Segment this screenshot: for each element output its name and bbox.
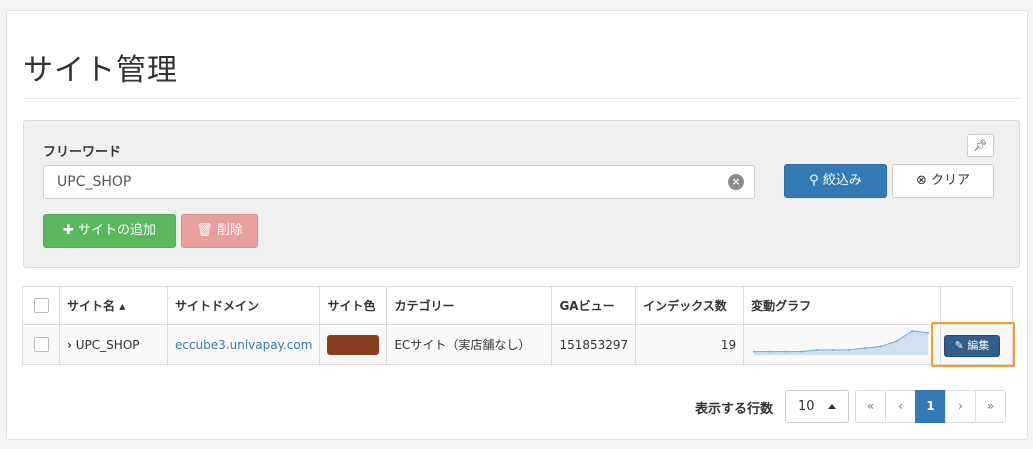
- header-actions: [940, 286, 1013, 325]
- rows-per-page-label: 表示する行数: [695, 402, 774, 417]
- caret-up-icon: [828, 404, 836, 409]
- sparkline-point: [768, 350, 771, 353]
- edit-button-label: 編集: [967, 339, 990, 352]
- chevron-right-icon[interactable]: ›: [67, 338, 72, 352]
- site-color-swatch: [327, 334, 380, 355]
- trash-icon: 🗑︎: [196, 223, 213, 238]
- site-domain-cell: eccube3.univapay.com: [166, 324, 321, 365]
- search-panel: フリーワード 📌︎ UPC_SHOP × ⚲ 絞込み ⊗ クリア ✚ サイトの追…: [23, 120, 1020, 268]
- freeword-input[interactable]: UPC_SHOP: [43, 165, 755, 199]
- page-last-button[interactable]: »: [975, 390, 1006, 423]
- table-header-row: サイト名 ▴ サイトドメイン サイト色 カテゴリー GAビュー インデックス数 …: [22, 286, 1013, 325]
- header-site-color[interactable]: サイト色: [319, 286, 388, 325]
- clear-input-icon[interactable]: ×: [728, 174, 744, 190]
- remove-circle-icon: ⊗: [915, 173, 927, 188]
- sort-asc-icon: ▴: [119, 299, 126, 313]
- page-title: サイト管理: [23, 53, 178, 88]
- rows-per-page-select[interactable]: 10: [785, 390, 849, 423]
- page-prev-button[interactable]: ‹: [885, 390, 916, 423]
- header-site-domain[interactable]: サイトドメイン: [166, 286, 321, 325]
- select-all-cell: [22, 286, 60, 325]
- site-name: UPC_SHOP: [75, 337, 140, 352]
- header-trend-graph[interactable]: 変動グラフ: [743, 286, 942, 325]
- trend-graph-cell: [743, 324, 942, 365]
- sparkline-point: [832, 348, 835, 351]
- search-icon: ⚲: [809, 173, 819, 188]
- page-current-button[interactable]: 1: [915, 390, 946, 423]
- header-category[interactable]: カテゴリー: [386, 286, 553, 325]
- row-checkbox[interactable]: [33, 337, 49, 352]
- page-next-button[interactable]: ›: [945, 390, 976, 423]
- sparkline-point: [753, 350, 756, 353]
- pin-button[interactable]: 📌︎: [967, 134, 994, 157]
- sparkline-point: [848, 348, 851, 351]
- row-select-cell: [22, 324, 60, 365]
- delete-button[interactable]: 🗑︎ 削除: [181, 214, 258, 248]
- pagination: « ‹ 1 › »: [855, 390, 1006, 423]
- clear-button-label: クリア: [931, 173, 971, 188]
- add-site-label: サイトの追加: [78, 223, 157, 238]
- header-ga-view[interactable]: GAビュー: [551, 286, 637, 325]
- sparkline-point: [816, 348, 819, 351]
- page-first-button[interactable]: «: [855, 390, 886, 423]
- pushpin-icon: 📌︎: [973, 139, 988, 152]
- filter-button[interactable]: ⚲ 絞込み: [784, 164, 887, 198]
- sparkline-point: [863, 347, 866, 350]
- sparkline-point: [879, 345, 882, 348]
- ga-view-cell: 151853297: [551, 324, 637, 365]
- clear-button[interactable]: ⊗ クリア: [892, 164, 994, 198]
- sparkline-point: [800, 350, 803, 353]
- sparkline-point: [911, 330, 914, 332]
- sparkline-point: [784, 350, 787, 353]
- freeword-label: フリーワード: [43, 145, 122, 160]
- title-divider: [23, 98, 1019, 99]
- pencil-icon: ✎: [954, 339, 964, 352]
- index-count-cell: 19: [635, 324, 745, 365]
- trend-sparkline: [753, 330, 930, 355]
- header-index-count[interactable]: インデックス数: [635, 286, 745, 325]
- select-all-checkbox[interactable]: [33, 298, 49, 313]
- main-panel: サイト管理 フリーワード 📌︎ UPC_SHOP × ⚲ 絞込み ⊗ クリア ✚…: [6, 10, 1028, 440]
- delete-button-label: 削除: [216, 223, 243, 238]
- add-site-button[interactable]: ✚ サイトの追加: [43, 214, 176, 248]
- table-row: › UPC_SHOP eccube3.univapay.com ECサイト（実店…: [22, 324, 1013, 365]
- sites-table: サイト名 ▴ サイトドメイン サイト色 カテゴリー GAビュー インデックス数 …: [22, 286, 1013, 365]
- sparkline-point: [927, 331, 930, 334]
- rows-per-page-value: 10: [798, 399, 815, 414]
- edit-button[interactable]: ✎ 編集: [944, 335, 1000, 357]
- site-name-cell[interactable]: › UPC_SHOP: [59, 324, 168, 365]
- header-site-name[interactable]: サイト名 ▴: [59, 286, 168, 325]
- sparkline-point: [895, 340, 898, 343]
- category-cell: ECサイト（実店舗なし）: [386, 324, 553, 365]
- site-color-cell: [319, 324, 388, 365]
- edit-highlight: ✎ 編集: [931, 322, 1015, 367]
- plus-icon: ✚: [62, 223, 74, 238]
- filter-button-label: 絞込み: [822, 173, 862, 188]
- site-domain-link[interactable]: eccube3.univapay.com: [175, 338, 312, 352]
